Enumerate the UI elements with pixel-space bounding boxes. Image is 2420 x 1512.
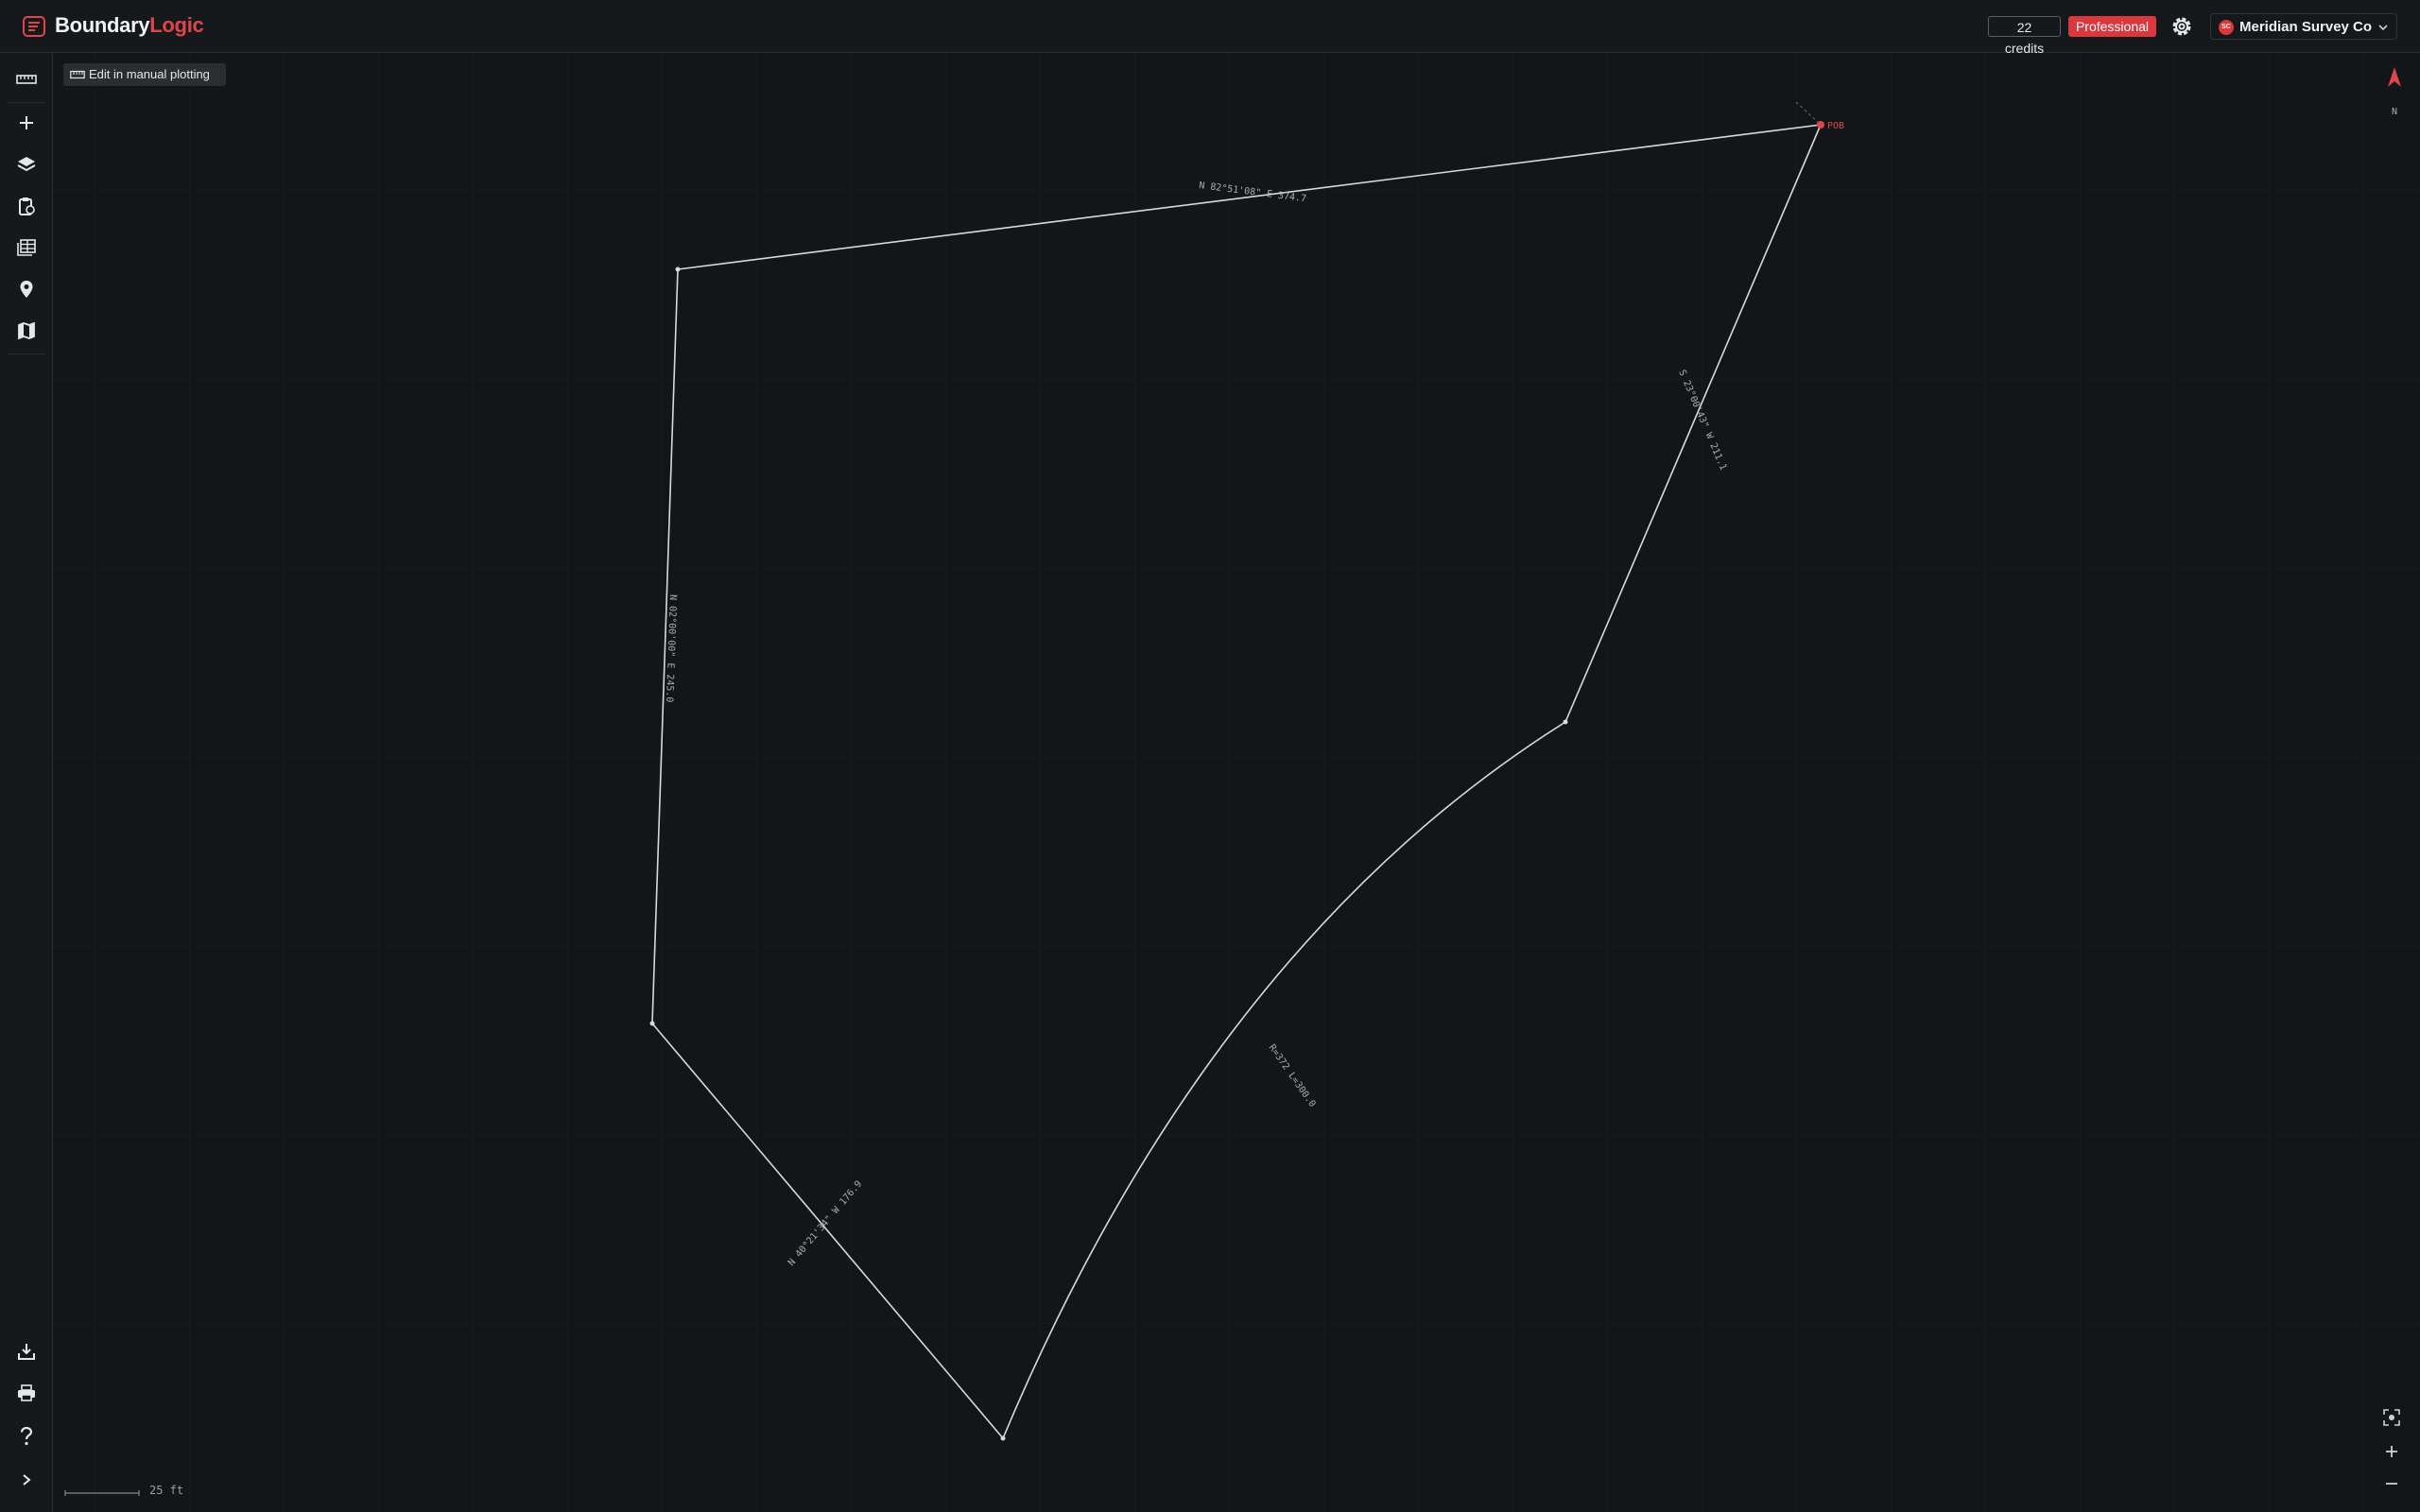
- vertex[interactable]: [1563, 719, 1568, 725]
- north-arrow-icon[interactable]: [2386, 66, 2403, 89]
- plan-badge[interactable]: Professional: [2068, 16, 2156, 37]
- download-icon: [18, 1344, 35, 1360]
- fit-screen-icon: [2383, 1409, 2400, 1426]
- print-icon: [18, 1384, 35, 1401]
- plus-icon: [20, 116, 33, 129]
- zoom-in-button[interactable]: [2378, 1438, 2405, 1465]
- pob-marker[interactable]: [1817, 121, 1824, 129]
- brand-name-part2: Logic: [149, 13, 204, 37]
- help-button[interactable]: [11, 1421, 42, 1452]
- table-icon: [17, 239, 36, 256]
- map-icon: [18, 322, 35, 339]
- location-button[interactable]: [11, 274, 42, 304]
- settings-gear-icon[interactable]: [2169, 14, 2194, 39]
- chevron-down-icon: [2378, 25, 2388, 31]
- download-button[interactable]: [11, 1336, 42, 1366]
- brand-name-part1: Boundary: [55, 13, 150, 37]
- tool-sidebar: [0, 53, 53, 1512]
- logo-icon: [23, 16, 45, 37]
- fit-to-view-button[interactable]: [2378, 1404, 2405, 1431]
- ruler-icon: [70, 70, 85, 79]
- plot-canvas[interactable]: POB N 82°51'08" E 374.7 S 23°00'43" W 21…: [53, 53, 2420, 1512]
- brand-logo[interactable]: BoundaryLogic: [55, 13, 204, 38]
- map-pin-icon: [20, 281, 33, 298]
- calls-table-button[interactable]: [11, 232, 42, 263]
- chevron-right-icon: [23, 1474, 31, 1486]
- account-menu[interactable]: SC Meridian Survey Co: [2210, 13, 2397, 40]
- layers-icon: [17, 157, 36, 172]
- credits-badge[interactable]: 22 credits: [1988, 16, 2061, 56]
- account-name: Meridian Survey Co: [2239, 19, 2373, 35]
- ruler-icon: [16, 75, 37, 84]
- map-button[interactable]: [11, 316, 42, 346]
- print-button[interactable]: [11, 1378, 42, 1408]
- add-button[interactable]: [11, 108, 42, 138]
- expand-sidebar-button[interactable]: [11, 1465, 42, 1495]
- scale-bar-graphic: [64, 1490, 140, 1496]
- vertex[interactable]: [1000, 1435, 1006, 1441]
- vertex[interactable]: [675, 266, 681, 272]
- scale-label: 25 ft: [149, 1484, 184, 1497]
- help-icon: [20, 1427, 33, 1446]
- clipboard-icon: [19, 198, 35, 215]
- layers-button[interactable]: [11, 149, 42, 180]
- north-label: N: [2392, 107, 2398, 117]
- plus-icon: [2386, 1446, 2397, 1457]
- top-bar: BoundaryLogic 22 credits Professional SC…: [0, 0, 2420, 56]
- vertex[interactable]: [649, 1021, 655, 1026]
- pob-label: POB: [1827, 121, 1844, 131]
- measure-button[interactable]: [11, 64, 42, 94]
- minus-icon: [2386, 1483, 2397, 1485]
- edit-manual-plotting-button[interactable]: Edit in manual plotting: [63, 63, 226, 86]
- avatar: SC: [2219, 20, 2234, 35]
- zoom-out-button[interactable]: [2378, 1470, 2405, 1497]
- edit-manual-plotting-label: Edit in manual plotting: [89, 67, 210, 81]
- deed-details-button[interactable]: [11, 191, 42, 221]
